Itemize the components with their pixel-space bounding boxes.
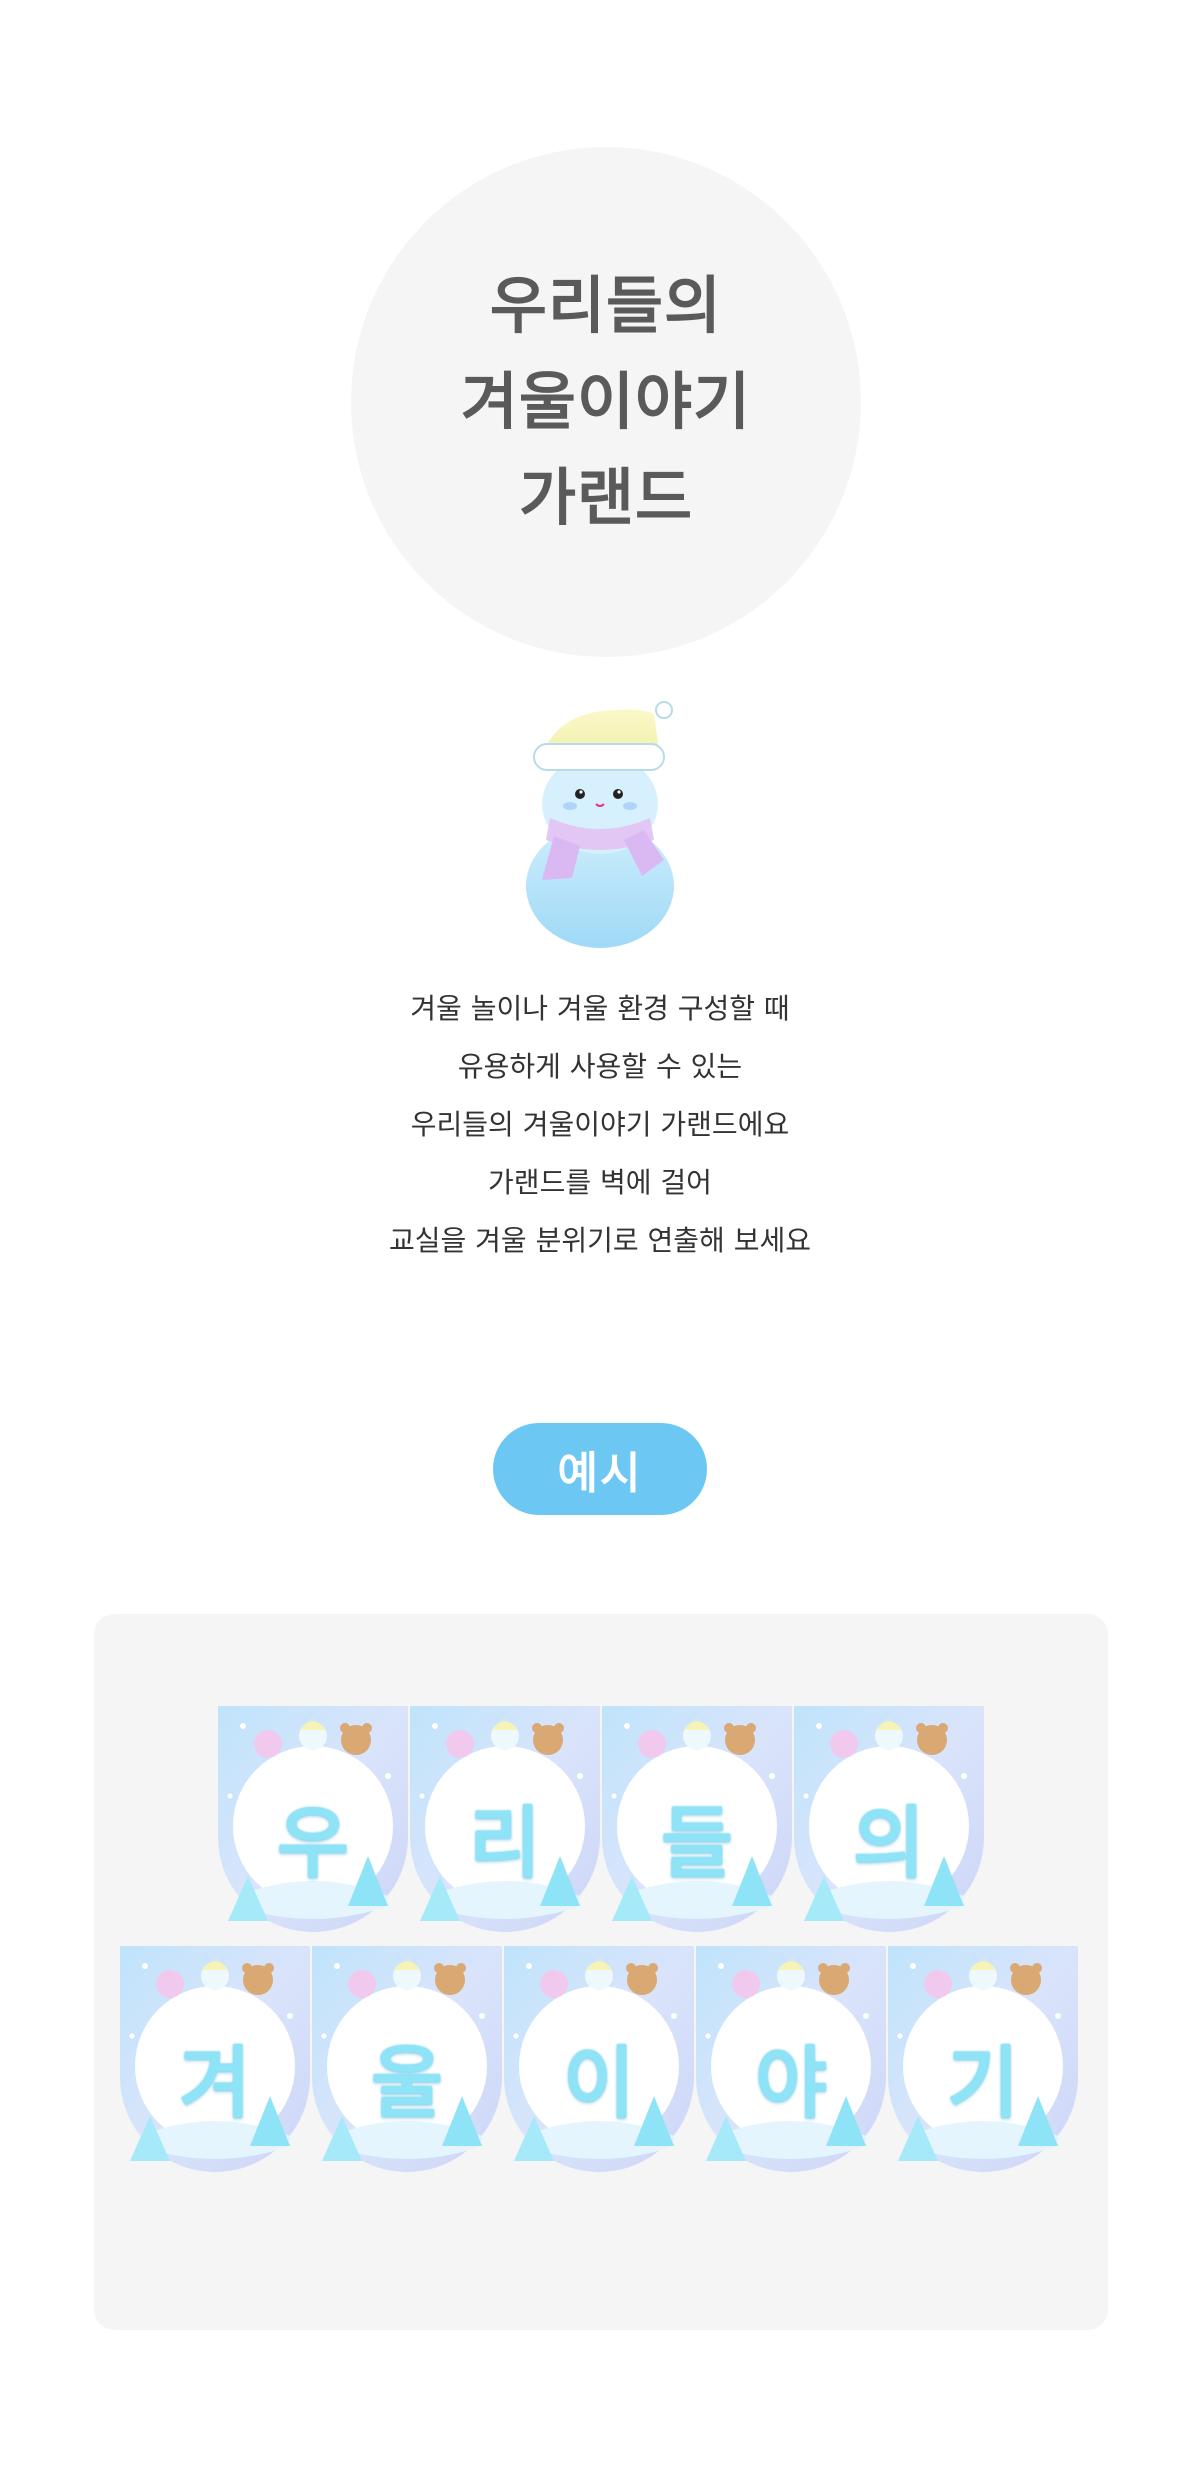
garland-letter: 우 xyxy=(277,1799,349,1889)
example-panel: 우 리 들 의 겨 울 이 야 기 xyxy=(94,1614,1108,2330)
garland-flag: 이 xyxy=(504,1946,694,2172)
description-line-5: 교실을 겨울 분위기로 연출해 보세요 xyxy=(388,1224,811,1257)
snowman-icon xyxy=(526,701,674,948)
garland-flag: 겨 xyxy=(120,1946,310,2172)
garland-letter: 울 xyxy=(371,2039,443,2129)
title-line-3: 가랜드 xyxy=(518,461,694,534)
garland-letter: 겨 xyxy=(179,2039,251,2129)
garland-letter: 이 xyxy=(563,2039,635,2129)
garland-flag: 리 xyxy=(410,1706,600,1932)
example-badge: 예시 xyxy=(493,1423,707,1515)
description-line-1: 겨울 놀이나 겨울 환경 구성할 때 xyxy=(410,992,790,1025)
snowman-illustration xyxy=(514,700,686,950)
description: 겨울 놀이나 겨울 환경 구성할 때 유용하게 사용할 수 있는 우리들의 겨울… xyxy=(200,980,1000,1270)
garland-letter: 리 xyxy=(469,1799,541,1889)
description-line-3: 우리들의 겨울이야기 가랜드에요 xyxy=(410,1108,790,1141)
garland-letter: 의 xyxy=(853,1799,925,1889)
title-line-1: 우리들의 xyxy=(489,269,723,342)
title-line-2: 겨울이야기 xyxy=(460,365,752,438)
title-circle: 우리들의 겨울이야기 가랜드 xyxy=(351,147,861,657)
garland-flag: 기 xyxy=(888,1946,1078,2172)
garland-flag: 야 xyxy=(696,1946,886,2172)
garland-flag: 의 xyxy=(794,1706,984,1932)
garland-letter: 들 xyxy=(661,1799,733,1889)
garland-flag: 들 xyxy=(602,1706,792,1932)
garland-flag: 울 xyxy=(312,1946,502,2172)
garland-letter: 야 xyxy=(755,2039,827,2129)
description-line-2: 유용하게 사용할 수 있는 xyxy=(457,1050,743,1083)
description-line-4: 가랜드를 벽에 걸어 xyxy=(488,1166,712,1199)
garland-flag: 우 xyxy=(218,1706,408,1932)
garland-letter: 기 xyxy=(947,2039,1019,2129)
